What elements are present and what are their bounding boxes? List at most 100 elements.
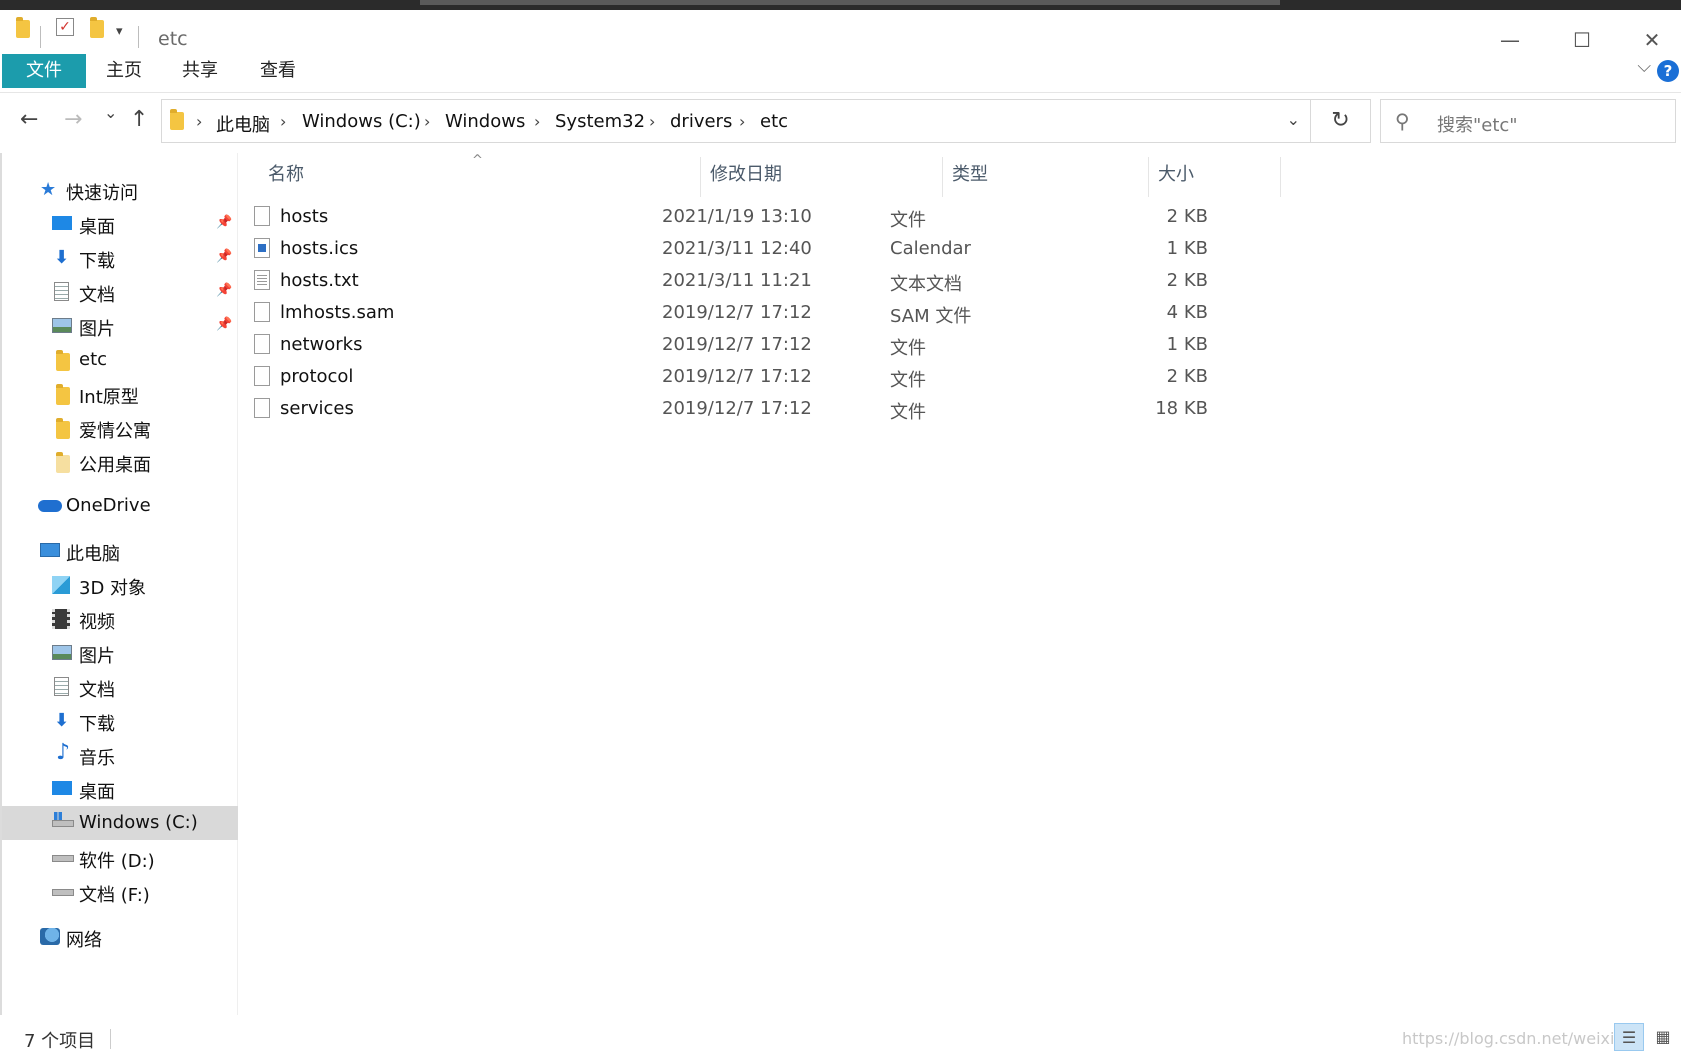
breadcrumb-separator[interactable]: › xyxy=(280,112,286,131)
column-header-type[interactable]: 类型 xyxy=(952,157,988,197)
sidebar-item-documents-pc[interactable]: 文档 xyxy=(2,670,238,704)
breadcrumb-separator[interactable]: › xyxy=(196,112,202,131)
pin-icon[interactable]: 📌 xyxy=(216,283,232,298)
file-list[interactable]: ^ 名称 修改日期 类型 大小 hosts 2021/1/19 13:10 文件… xyxy=(240,153,1681,1015)
sidebar-item-pictures-pc[interactable]: 图片 xyxy=(2,636,238,670)
sidebar-item-music[interactable]: ♪ 音乐 xyxy=(2,738,238,772)
address-bar[interactable]: › 此电脑 › Windows (C:) › Windows › System3… xyxy=(161,99,1311,143)
breadcrumb-drivers[interactable]: drivers xyxy=(670,111,732,132)
sidebar-item-drive-c[interactable]: Windows (C:) xyxy=(2,806,238,840)
sidebar-item-ipartment[interactable]: 爱情公寓 xyxy=(2,411,238,445)
sidebar-item-videos[interactable]: 视频 xyxy=(2,602,238,636)
sidebar-item-downloads-pc[interactable]: ⬇ 下载 xyxy=(2,704,238,738)
table-row[interactable]: networks 2019/12/7 17:12 文件 1 KB xyxy=(250,329,1280,361)
sidebar-item-public-desktop[interactable]: 公用桌面 xyxy=(2,445,238,479)
refresh-button[interactable]: ↻ xyxy=(1311,99,1371,143)
sidebar-item-label: Int原型 xyxy=(79,387,139,408)
column-header-size[interactable]: 大小 xyxy=(1158,157,1194,197)
new-folder-icon[interactable] xyxy=(90,17,104,43)
breadcrumb-windows[interactable]: Windows xyxy=(445,111,525,132)
windows-logo-icon xyxy=(54,812,62,820)
sidebar-item-network[interactable]: 网络 xyxy=(2,920,238,954)
breadcrumb-separator[interactable]: › xyxy=(424,112,430,131)
pictures-icon xyxy=(52,318,72,333)
tab-share[interactable]: 共享 xyxy=(182,54,218,88)
column-separator[interactable] xyxy=(942,157,943,197)
file-type: SAM 文件 xyxy=(890,306,972,327)
tab-home[interactable]: 主页 xyxy=(106,54,142,88)
documents-icon xyxy=(54,282,69,301)
pin-icon[interactable]: 📌 xyxy=(216,317,232,332)
file-icon xyxy=(254,398,270,418)
documents-icon xyxy=(54,677,69,696)
minimize-button[interactable]: — xyxy=(1480,22,1540,58)
table-row[interactable]: services 2019/12/7 17:12 文件 18 KB xyxy=(250,393,1280,425)
forward-button[interactable]: → xyxy=(64,107,82,132)
breadcrumb-etc[interactable]: etc xyxy=(760,111,788,132)
details-view-button[interactable]: ☰ xyxy=(1614,1023,1644,1051)
sidebar-item-pictures[interactable]: 图片 📌 xyxy=(2,309,238,343)
sidebar-item-drive-d[interactable]: 软件 (D:) xyxy=(2,841,238,875)
table-row[interactable]: hosts 2021/1/19 13:10 文件 2 KB xyxy=(250,201,1280,233)
computer-icon xyxy=(40,543,60,557)
address-dropdown-icon[interactable]: ⌄ xyxy=(1287,110,1300,129)
column-separator[interactable] xyxy=(700,157,701,197)
sidebar-item-quick-access[interactable]: ★ 快速访问 xyxy=(2,173,238,207)
sidebar-item-label: 爱情公寓 xyxy=(79,421,151,442)
large-icons-view-button[interactable]: ▦ xyxy=(1648,1023,1678,1051)
navigation-pane[interactable]: ★ 快速访问 桌面 📌 ⬇ 下载 📌 文档 📌 图片 📌 etc Int原型 爱… xyxy=(0,153,238,1015)
column-separator[interactable] xyxy=(1280,157,1281,197)
text-file-icon xyxy=(254,270,270,290)
help-icon[interactable]: ? xyxy=(1657,60,1679,82)
sidebar-item-label: 文档 xyxy=(79,680,115,701)
tab-file[interactable]: 文件 xyxy=(2,54,86,88)
maximize-button[interactable]: ☐ xyxy=(1552,22,1612,58)
pin-icon[interactable]: 📌 xyxy=(216,215,232,230)
sidebar-item-downloads[interactable]: ⬇ 下载 📌 xyxy=(2,241,238,275)
breadcrumb-drive-c[interactable]: Windows (C:) xyxy=(302,111,421,132)
file-date: 2019/12/7 17:12 xyxy=(662,366,812,387)
breadcrumb-separator[interactable]: › xyxy=(649,112,655,131)
column-header-date[interactable]: 修改日期 xyxy=(710,157,782,197)
table-row[interactable]: lmhosts.sam 2019/12/7 17:12 SAM 文件 4 KB xyxy=(250,297,1280,329)
sidebar-item-3d-objects[interactable]: 3D 对象 xyxy=(2,568,238,602)
table-row[interactable]: hosts.txt 2021/3/11 11:21 文本文档 2 KB xyxy=(250,265,1280,297)
table-row[interactable]: hosts.ics 2021/3/11 12:40 Calendar 1 KB xyxy=(250,233,1280,265)
file-size: 2 KB xyxy=(1166,270,1208,291)
breadcrumb-separator[interactable]: › xyxy=(739,112,745,131)
sidebar-item-documents[interactable]: 文档 📌 xyxy=(2,275,238,309)
download-icon: ⬇ xyxy=(54,247,70,268)
column-separator[interactable] xyxy=(1148,157,1149,197)
pictures-icon xyxy=(52,645,72,660)
sidebar-item-drive-f[interactable]: 文档 (F:) xyxy=(2,875,238,909)
customize-toolbar-icon[interactable]: ▾ xyxy=(116,24,123,39)
sidebar-item-label: 此电脑 xyxy=(66,544,120,565)
file-type: 文件 xyxy=(890,370,926,391)
search-box[interactable]: ⚲ 搜索"etc" xyxy=(1380,99,1676,143)
sidebar-item-desktop-pc[interactable]: 桌面 xyxy=(2,772,238,806)
sidebar-item-etc[interactable]: etc xyxy=(2,343,238,377)
sidebar-item-int-prototype[interactable]: Int原型 xyxy=(2,377,238,411)
close-button[interactable]: ✕ xyxy=(1622,22,1681,58)
breadcrumb-this-pc[interactable]: 此电脑 xyxy=(216,111,270,137)
sidebar-item-label: Windows (C:) xyxy=(79,812,198,833)
file-size: 2 KB xyxy=(1166,206,1208,227)
sidebar-item-desktop[interactable]: 桌面 📌 xyxy=(2,207,238,241)
table-row[interactable]: protocol 2019/12/7 17:12 文件 2 KB xyxy=(250,361,1280,393)
column-header-name[interactable]: 名称 xyxy=(268,157,304,197)
sidebar-item-label: 网络 xyxy=(66,930,102,951)
file-name: hosts.ics xyxy=(280,238,359,259)
up-button[interactable]: ↑ xyxy=(130,107,148,132)
sidebar-item-onedrive[interactable]: OneDrive xyxy=(2,489,238,523)
search-input[interactable]: 搜索"etc" xyxy=(1437,111,1518,137)
expand-ribbon-icon[interactable]: ⌵ xyxy=(1637,56,1651,77)
recent-locations-button[interactable]: ⌄ xyxy=(104,103,117,122)
file-name: hosts xyxy=(280,206,329,227)
pin-icon[interactable]: 📌 xyxy=(216,249,232,264)
tab-view[interactable]: 查看 xyxy=(260,54,296,88)
properties-icon[interactable]: ✓ xyxy=(56,18,74,36)
breadcrumb-system32[interactable]: System32 xyxy=(555,111,645,132)
sidebar-item-this-pc[interactable]: 此电脑 xyxy=(2,534,238,568)
back-button[interactable]: ← xyxy=(20,107,38,132)
breadcrumb-separator[interactable]: › xyxy=(534,112,540,131)
